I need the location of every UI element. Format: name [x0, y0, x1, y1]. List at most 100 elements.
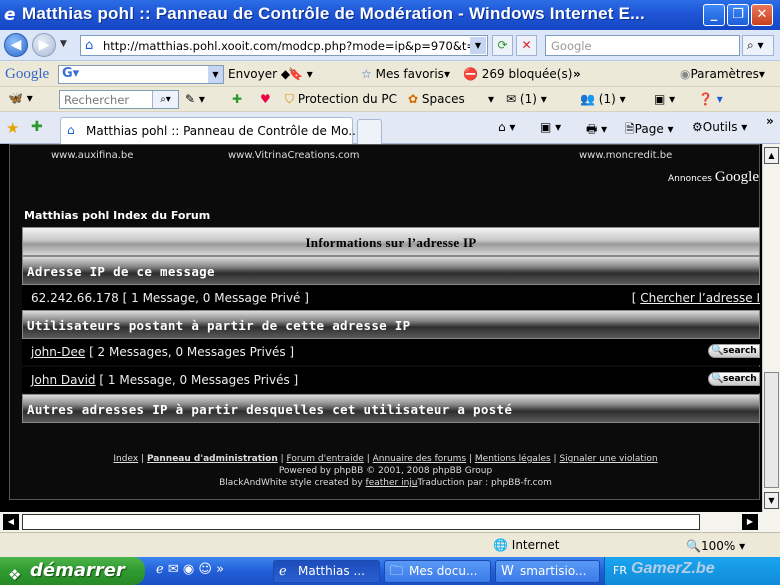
msn-icon[interactable]: 🦋 ▾ — [8, 91, 33, 105]
google-toolbar: Google G▾ ▼ Envoyer ◆ 🔖 ▾ ☆ Mes favoris▾… — [0, 62, 780, 87]
scroll-right-icon[interactable]: ▶ — [742, 514, 758, 530]
quicklaunch-more-icon[interactable]: » — [216, 562, 224, 577]
tab-active[interactable]: ⌂ Matthias pohl :: Panneau de Contrôle d… — [60, 117, 360, 144]
back-button[interactable]: ◀ — [4, 33, 28, 57]
user-search-button[interactable]: 🔍 search — [708, 344, 760, 358]
rss-icon[interactable]: ▣ ▾ — [654, 92, 675, 106]
language-indicator[interactable]: FR — [613, 564, 627, 577]
google-search-dropdown-icon[interactable]: ▼ — [208, 66, 223, 83]
search-button[interactable]: ⌕ ▾ — [742, 35, 774, 56]
taskbar-item-documents[interactable]: 🗀 Mes docu... — [384, 560, 491, 583]
scroll-down-icon[interactable]: ▼ — [764, 492, 779, 509]
google-g-icon: G▾ — [62, 66, 80, 81]
contacts-button[interactable]: 👥 (1) ▾ — [580, 92, 626, 106]
windows-logo-icon: ❖ — [8, 566, 22, 584]
vertical-scrollbar[interactable]: ▲ ▼ — [762, 144, 780, 512]
search-icon: ⌕ — [747, 38, 754, 52]
rechercher-go-icon[interactable]: ⌕▾ — [152, 91, 178, 108]
protection-button[interactable]: ⛉ Protection du PC — [285, 92, 397, 107]
bookmark-icon[interactable]: 🔖 ▾ — [288, 67, 313, 81]
messenger-quicklaunch-icon[interactable]: ☺ — [198, 562, 212, 577]
user-link[interactable]: John David — [31, 373, 96, 387]
print-icon[interactable]: 🖶 ▾ — [586, 120, 607, 141]
favorites-star-icon[interactable]: ★ — [6, 119, 19, 137]
feeds-icon[interactable]: ▣ ▾ — [540, 120, 561, 134]
help-icon[interactable]: ❓ ▾ — [698, 92, 723, 106]
taskbar-item-browser[interactable]: ℯ Matthias ... — [273, 560, 380, 583]
footer-link[interactable]: Signaler une violation — [559, 454, 657, 464]
zoom-icon: 🔍 — [686, 539, 701, 553]
forum-panel: www.auxifina.be www.VitrinaCreations.com… — [9, 144, 760, 500]
spaces-dropdown-icon[interactable]: ▾ — [488, 92, 494, 106]
taskbar-item-word[interactable]: Wsmartisio... — [495, 560, 600, 583]
google-search-input[interactable]: G▾ ▼ — [58, 65, 224, 84]
page-menu[interactable]: 🗎Page ▾ — [625, 120, 674, 141]
parametres-button[interactable]: ◉Paramètres▾ — [680, 67, 765, 81]
address-dropdown-icon[interactable]: ▼ — [470, 37, 486, 54]
rechercher-input[interactable]: Rechercher ⌕▾ — [59, 90, 179, 109]
close-button[interactable]: ✕ — [751, 4, 773, 26]
refresh-button[interactable]: ⟳ — [492, 35, 513, 56]
add-icon[interactable]: ✚ — [232, 92, 242, 106]
system-tray: FR GamerZ.be — [604, 557, 780, 585]
window-title: Matthias pohl :: Panneau de Contrôle de … — [22, 4, 645, 23]
url-text[interactable]: http://matthias.pohl.xooit.com/modcp.php… — [103, 39, 471, 53]
spaces-button[interactable]: ✿ Spaces — [408, 92, 465, 106]
messenger-icon[interactable]: ♥ — [260, 92, 271, 106]
horizontal-scrollbar[interactable]: ◀ ▶ — [0, 512, 780, 532]
scroll-up-icon[interactable]: ▲ — [764, 147, 779, 164]
horizontal-scroll-track[interactable] — [22, 514, 700, 530]
footer-link[interactable]: Index — [113, 454, 138, 464]
ad-link[interactable]: www.auxifina.be — [51, 150, 133, 161]
footer-link[interactable]: Forum d'entraide — [287, 454, 364, 464]
media-quicklaunch-icon[interactable]: ◉ — [183, 562, 194, 577]
forum-index-link[interactable]: Matthias pohl Index du Forum — [24, 209, 210, 222]
watermark: GamerZ.be — [631, 560, 715, 577]
tab-more-button[interactable]: » — [766, 114, 774, 128]
new-tab-button[interactable] — [357, 119, 382, 144]
user-link[interactable]: john-Dee — [31, 345, 85, 359]
settings-icon: ◉ — [680, 67, 691, 81]
mail-button[interactable]: ✉ (1) ▾ — [506, 92, 547, 106]
ie-quicklaunch-icon[interactable]: ℯ — [156, 562, 164, 577]
footer-link[interactable]: Panneau d'administration — [147, 454, 278, 464]
ad-link[interactable]: www.VitrinaCreations.com — [228, 150, 360, 161]
home-icon[interactable]: ⌂ ▾ — [498, 120, 515, 134]
popup-blocker-button[interactable]: ⛔ 269 bloquée(s) — [463, 67, 572, 81]
magnifier-icon: 🔍 — [711, 373, 724, 384]
highlight-icon[interactable]: ✎ ▾ — [185, 92, 205, 106]
address-field[interactable]: ⌂ http://matthias.pohl.xooit.com/modcp.p… — [80, 35, 488, 56]
forward-button[interactable]: ▶ — [32, 33, 56, 57]
star-icon: ☆ — [361, 67, 372, 81]
mail-icon: ✉ — [506, 92, 517, 106]
stop-button[interactable]: ✕ — [516, 35, 537, 56]
contacts-icon: 👥 — [580, 92, 595, 106]
minimize-button[interactable]: _ — [703, 4, 725, 26]
add-favorite-icon[interactable]: ✚ — [31, 119, 43, 135]
email-quicklaunch-icon[interactable]: ✉ — [168, 562, 179, 577]
zoom-control[interactable]: 🔍100% ▾ — [686, 539, 745, 553]
style-author-link[interactable]: feather inju — [366, 478, 418, 488]
google-ads-label[interactable]: Annonces Google — [668, 169, 759, 186]
outils-menu[interactable]: ⚙Outils ▾ — [692, 120, 747, 134]
ip-lookup-link[interactable]: Chercher l’adresse I — [640, 291, 760, 305]
toolbar-more-button[interactable]: » — [573, 67, 581, 81]
ie-icon: ℯ — [279, 564, 287, 579]
status-bar: 🌐 Internet 🔍100% ▾ — [0, 532, 780, 557]
user-row: john-Dee [ 2 Messages, 0 Messages Privés… — [22, 339, 760, 365]
scroll-left-icon[interactable]: ◀ — [3, 514, 19, 530]
user-search-button[interactable]: 🔍 search — [708, 372, 760, 386]
spaces-icon: ✿ — [408, 92, 419, 106]
taskbar: ❖ démarrer ℯ ✉ ◉ ☺ » ℯ Matthias ... 🗀 Mes d… — [0, 557, 780, 585]
footer-link[interactable]: Annuaire des forums — [373, 454, 467, 464]
phpbb-link[interactable]: phpBB — [334, 466, 363, 476]
maximize-button[interactable]: ❐ — [727, 4, 749, 26]
mes-favoris-button[interactable]: ☆ Mes favoris▾ — [361, 67, 450, 81]
recent-pages-dropdown-icon[interactable]: ▼ — [60, 39, 67, 49]
scroll-thumb[interactable] — [764, 372, 779, 488]
ad-link[interactable]: www.moncredit.be — [579, 150, 672, 161]
start-button[interactable]: ❖ démarrer — [0, 557, 145, 585]
envoyer-button[interactable]: Envoyer ◆ — [228, 67, 290, 81]
search-input[interactable]: Google — [545, 35, 740, 56]
footer-link[interactable]: Mentions légales — [475, 454, 551, 464]
